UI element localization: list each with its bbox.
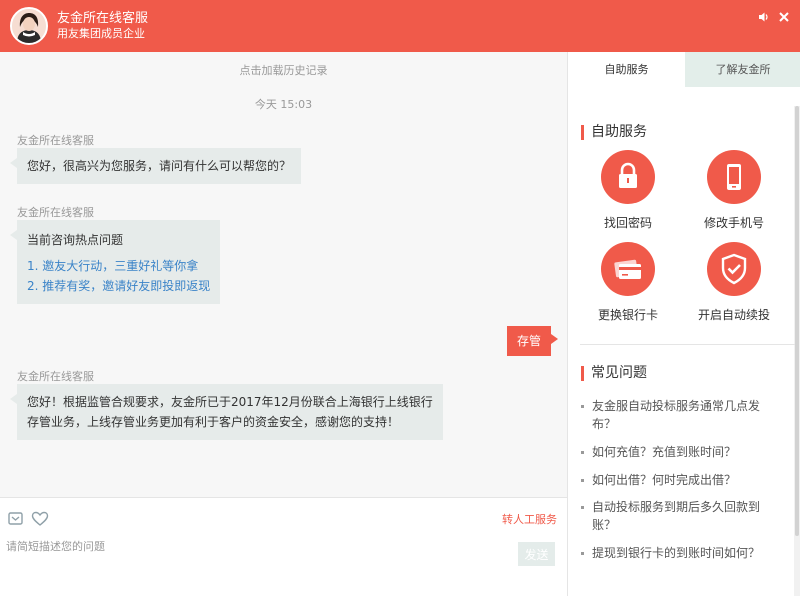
faq-title: 常见问题 — [581, 364, 647, 382]
service-label: 找回密码 — [603, 216, 652, 230]
input-area: 转人工服务 发送 — [0, 497, 567, 596]
message-sender: 友金所在线客服 — [17, 370, 94, 383]
hot-topics-title: 当前咨询热点问题 — [27, 233, 124, 247]
shield-check-icon — [721, 253, 747, 285]
service-label: 开启自动续投 — [697, 308, 770, 322]
service-change-phone[interactable]: 修改手机号 — [689, 150, 779, 230]
message-text: 存管 — [516, 334, 541, 348]
load-history-link[interactable]: 点击加载历史记录 — [0, 62, 567, 78]
faq-text: 账？ — [592, 518, 617, 532]
hot-topic-link[interactable]: 1. 邀友大行动，三重好礼等你拿 — [27, 256, 210, 276]
faq-item[interactable]: 如何出借？何时完成出借？ — [581, 471, 781, 489]
service-auto-reinvest[interactable]: 开启自动续投 — [689, 242, 779, 322]
service-label: 修改手机号 — [703, 216, 764, 230]
message-text: 您好！根据监管合规要求，友金所已于2017年12月份联合上海银行上线银行 — [27, 395, 433, 409]
faq-item[interactable]: 提现到银行卡的到账时间如何？ — [581, 544, 781, 562]
lock-icon — [619, 162, 637, 188]
header-title: 友金所在线客服 — [57, 11, 149, 26]
header-bar: 友金所在线客服 用友集团成员企业 — [0, 0, 800, 52]
chat-panel: 点击加载历史记录 今天 15:03 友金所在线客服 您好，很高兴为您服务，请问有… — [0, 52, 567, 497]
sidebar-scrollbar[interactable] — [794, 106, 800, 596]
phone-icon — [727, 164, 741, 190]
faq-text: 如何出借？何时完成出借？ — [592, 473, 737, 487]
speaker-icon[interactable] — [758, 11, 770, 23]
send-button[interactable]: 发送 — [518, 542, 555, 566]
faq-text: 自动投标服务到期后多久回款到 — [592, 500, 761, 514]
faq-text: 友金服自动投标服务通常几点发 — [592, 399, 761, 413]
agent-message: 您好，很高兴为您服务，请问有什么可以帮您的？ — [9, 148, 302, 184]
transfer-to-human-link[interactable]: 转人工服务 — [502, 511, 557, 527]
hot-topics-message: 当前咨询热点问题 1. 邀友大行动，三重好礼等你拿 2. 推荐有奖，邀请好友即投… — [9, 220, 221, 304]
user-message: 存管 — [506, 326, 559, 356]
avatar — [10, 7, 48, 45]
service-change-bank-card[interactable]: 更换银行卡 — [583, 242, 673, 322]
faq-text: 布？ — [592, 417, 617, 431]
message-sender: 友金所在线客服 — [17, 134, 94, 147]
faq-text: 如何充值？充值到账时间？ — [592, 445, 737, 459]
tab-about[interactable]: 了解友金所 — [685, 52, 800, 87]
faq-item[interactable]: 友金服自动投标服务通常几点发 布？ — [581, 397, 781, 433]
heart-icon[interactable] — [31, 510, 49, 528]
faq-item[interactable]: 自动投标服务到期后多久回款到 账？ — [581, 498, 781, 534]
sidebar: 自助服务 了解友金所 自助服务 找回密码 修改手机号 更换银行卡 开启自动续投 … — [567, 52, 800, 596]
hot-topic-link[interactable]: 2. 推荐有奖，邀请好友即投即返现 — [27, 276, 210, 296]
service-label: 更换银行卡 — [597, 308, 658, 322]
self-service-title: 自助服务 — [581, 123, 647, 141]
comment-icon[interactable] — [7, 510, 25, 528]
service-retrieve-password[interactable]: 找回密码 — [583, 150, 673, 230]
message-sender: 友金所在线客服 — [17, 206, 94, 219]
faq-text: 提现到银行卡的到账时间如何？ — [592, 546, 761, 560]
scrollbar-thumb[interactable] — [795, 106, 799, 536]
tab-self-service[interactable]: 自助服务 — [568, 52, 685, 87]
chat-timestamp: 今天 15:03 — [254, 98, 313, 111]
message-input[interactable] — [6, 535, 496, 557]
close-icon[interactable] — [778, 11, 790, 23]
faq-item[interactable]: 如何充值？充值到账时间？ — [581, 443, 781, 461]
header-subtitle: 用友集团成员企业 — [57, 27, 145, 40]
section-divider — [580, 344, 795, 345]
agent-message: 您好！根据监管合规要求，友金所已于2017年12月份联合上海银行上线银行 存管业… — [10, 384, 443, 440]
message-text: 您好，很高兴为您服务，请问有什么可以帮您的？ — [27, 159, 292, 173]
message-text: 存管业务，上线存管业务更加有利于客户的资金安全，感谢您的支持！ — [27, 415, 400, 429]
card-icon — [614, 259, 641, 279]
